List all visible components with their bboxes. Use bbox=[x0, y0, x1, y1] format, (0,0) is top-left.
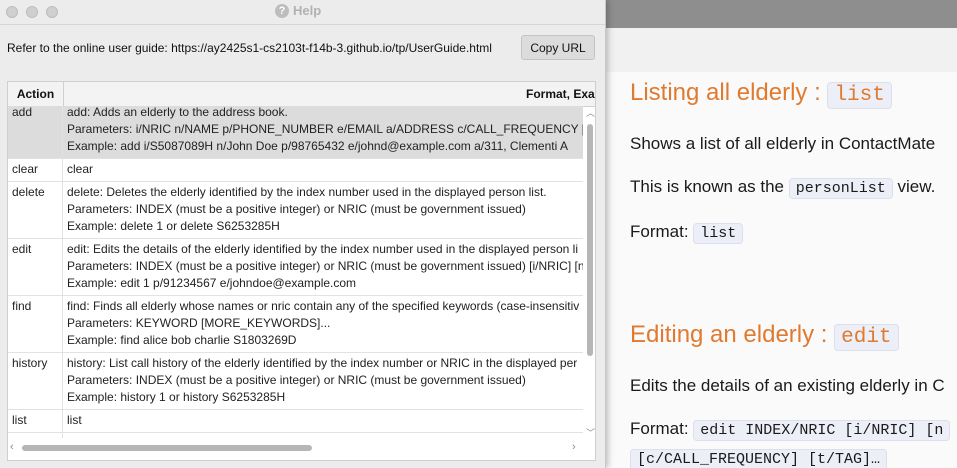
vertical-scrollbar[interactable]: ︿ ﹀ bbox=[585, 106, 595, 438]
cell-format: list bbox=[67, 410, 583, 429]
format-line: add: Adds an elderly to the address book… bbox=[67, 106, 288, 119]
cell-format: find: Finds all elderly whose names or n… bbox=[67, 296, 583, 349]
window-title-text: Help bbox=[293, 3, 322, 18]
paragraph-edit-description: Edits the details of an existing elderly… bbox=[630, 376, 945, 395]
user-guide-url-text: Refer to the online user guide: https://… bbox=[7, 41, 492, 55]
help-window: ? Help Refer to the online user guide: ht… bbox=[0, 0, 606, 468]
scroll-left-icon[interactable]: ‹ bbox=[10, 441, 14, 453]
format-line: mark: Marks the elderly identified by th… bbox=[67, 435, 583, 438]
format-line: Parameters: INDEX (must be a positive in… bbox=[67, 202, 526, 216]
cell-action: find bbox=[8, 296, 63, 352]
format-line: Example: add i/S5087089H n/John Doe p/98… bbox=[67, 139, 568, 153]
heading-editing: Editing an elderly : edit bbox=[630, 321, 899, 351]
cell-format: history: List call history of the elderl… bbox=[67, 353, 583, 406]
format-line: Example: edit 1 p/91234567 e/johndoe@exa… bbox=[67, 276, 357, 290]
horizontal-scroll-thumb[interactable] bbox=[22, 445, 312, 451]
paragraph-personlist-pre: This is known as the bbox=[630, 177, 785, 196]
cell-action: delete bbox=[8, 182, 63, 238]
format-line: Example: delete 1 or delete S6253285H bbox=[67, 219, 280, 233]
table-row[interactable]: list list bbox=[8, 410, 583, 433]
cell-format: mark: Marks the elderly identified by th… bbox=[67, 433, 583, 438]
window-title: ? Help bbox=[275, 3, 321, 18]
scroll-up-icon[interactable]: ︿ bbox=[586, 106, 595, 119]
format-line: Parameters: i/NRIC n/NAME p/PHONE_NUMBER… bbox=[67, 122, 583, 136]
cell-format: delete: Deletes the elderly identified b… bbox=[67, 182, 583, 235]
close-window-button[interactable] bbox=[6, 6, 18, 18]
heading-listing: Listing all elderly : list bbox=[630, 79, 892, 109]
cell-action: add bbox=[8, 106, 63, 158]
cell-format: edit: Edits the details of the elderly i… bbox=[67, 239, 583, 292]
format-line: Example: history 1 or history S6253285H bbox=[67, 390, 286, 404]
table-row[interactable]: edit edit: Edits the details of the elder… bbox=[8, 239, 583, 296]
format-line: Parameters: INDEX (must be a positive in… bbox=[67, 373, 526, 387]
scroll-down-icon[interactable]: ﹀ bbox=[586, 426, 595, 439]
code-edit-cont: [c/CALL_FREQUENCY] [t/TAG]… bbox=[630, 449, 888, 468]
format-line: Parameters: INDEX (must be a positive in… bbox=[67, 259, 583, 273]
browser-top-bar bbox=[605, 0, 957, 28]
minimize-window-button[interactable] bbox=[26, 6, 38, 18]
horizontal-scrollbar[interactable]: ‹ › bbox=[8, 440, 583, 454]
command-table: Action Format, Exan add add: Adds an elde… bbox=[7, 81, 596, 461]
paragraph-list-format: Format: list bbox=[630, 222, 744, 244]
format-line: history: List call history of the elderl… bbox=[67, 356, 578, 370]
cell-action: mark bbox=[8, 433, 63, 438]
code-list: list bbox=[693, 223, 744, 244]
page-header-strip bbox=[605, 28, 957, 72]
scroll-right-icon[interactable]: › bbox=[572, 441, 576, 453]
table-header: Action Format, Exan bbox=[8, 82, 595, 107]
zoom-window-button[interactable] bbox=[46, 6, 58, 18]
table-row[interactable]: clear clear bbox=[8, 159, 583, 182]
table-row[interactable]: history history: List call history of the… bbox=[8, 353, 583, 410]
code-edit: edit INDEX/NRIC [i/NRIC] [n bbox=[693, 420, 951, 441]
paragraph-personlist-post: view. bbox=[897, 177, 936, 196]
table-body: add add: Adds an elderly to the address b… bbox=[8, 106, 583, 438]
heading-editing-code: edit bbox=[834, 324, 899, 351]
format-line: Parameters: KEYWORD [MORE_KEYWORDS]... bbox=[67, 316, 331, 330]
column-header-format[interactable]: Format, Exan bbox=[526, 82, 595, 106]
cell-format: add: Adds an elderly to the address book… bbox=[67, 106, 583, 155]
format-line: list bbox=[67, 413, 82, 427]
paragraph-edit-format-cont: [c/CALL_FREQUENCY] [t/TAG]… bbox=[630, 448, 888, 468]
window-titlebar[interactable]: ? Help bbox=[0, 0, 605, 25]
table-row[interactable]: mark mark: Marks the elderly identified b… bbox=[8, 433, 583, 438]
cell-format: clear bbox=[67, 159, 583, 178]
heading-editing-text: Editing an elderly : bbox=[630, 321, 828, 348]
heading-listing-code: list bbox=[827, 82, 892, 109]
cell-action: history bbox=[8, 353, 63, 409]
format-label-edit: Format: bbox=[630, 419, 689, 438]
cell-action: list bbox=[8, 410, 63, 432]
paragraph-edit-format: Format: edit INDEX/NRIC [i/NRIC] [n bbox=[630, 419, 951, 441]
help-icon: ? bbox=[275, 4, 289, 18]
cell-action: edit bbox=[8, 239, 63, 295]
cell-action: clear bbox=[8, 159, 63, 181]
heading-listing-text: Listing all elderly : bbox=[630, 79, 821, 106]
table-row[interactable]: delete delete: Deletes the elderly identi… bbox=[8, 182, 583, 239]
format-line: edit: Edits the details of the elderly i… bbox=[67, 242, 578, 256]
user-guide-url-row: Refer to the online user guide: https://… bbox=[0, 34, 605, 62]
column-header-action[interactable]: Action bbox=[8, 82, 64, 106]
format-line: clear bbox=[67, 162, 94, 176]
paragraph-list-description: Shows a list of all elderly in ContactMa… bbox=[630, 134, 936, 153]
format-line: Example: find alice bob charlie S1803269… bbox=[67, 333, 297, 347]
table-row[interactable]: find find: Finds all elderly whose names … bbox=[8, 296, 583, 353]
vertical-scroll-thumb[interactable] bbox=[587, 124, 593, 356]
paragraph-personlist: This is known as the personList view. bbox=[630, 177, 936, 199]
table-row[interactable]: add add: Adds an elderly to the address b… bbox=[8, 106, 583, 159]
code-personlist: personList bbox=[788, 178, 893, 199]
format-label: Format: bbox=[630, 222, 689, 241]
format-line: find: Finds all elderly whose names or n… bbox=[67, 299, 580, 313]
copy-url-button[interactable]: Copy URL bbox=[521, 35, 595, 60]
format-line: delete: Deletes the elderly identified b… bbox=[67, 185, 547, 199]
